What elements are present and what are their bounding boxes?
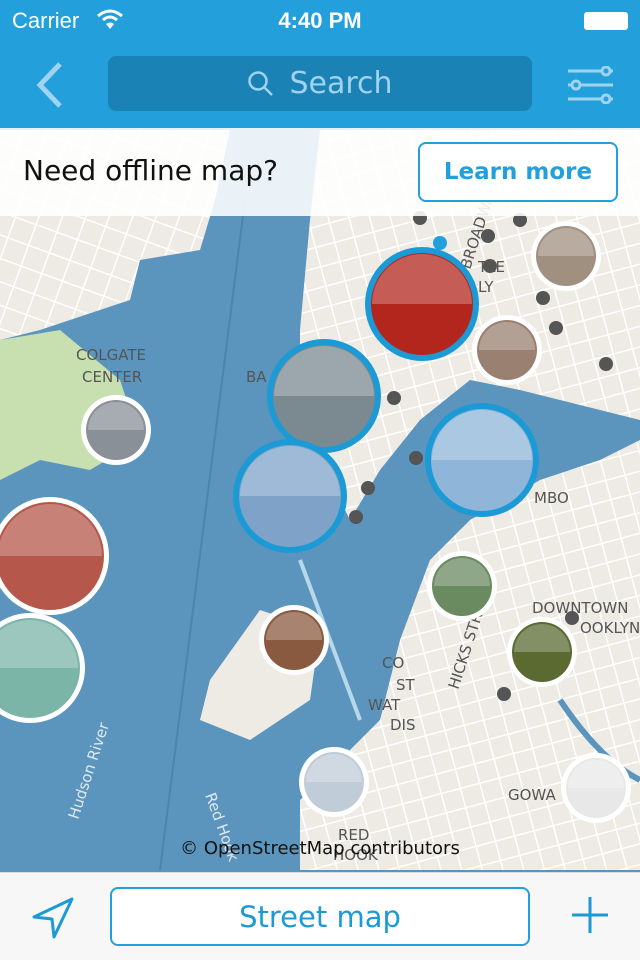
search-icon: [248, 70, 274, 96]
learn-more-button[interactable]: Learn more: [418, 142, 618, 202]
photo-marker[interactable]: [299, 747, 369, 817]
photo-marker[interactable]: [81, 395, 151, 465]
location-arrow-icon[interactable]: [30, 895, 76, 941]
photo-marker[interactable]: [561, 753, 631, 823]
poi-dot[interactable]: [433, 236, 447, 250]
photo-marker[interactable]: [425, 403, 539, 517]
map-attribution: © OpenStreetMap contributors: [180, 838, 460, 859]
map-label: CENTER: [82, 368, 142, 386]
poi-dot[interactable]: [536, 291, 550, 305]
poi-dot[interactable]: [549, 321, 563, 335]
map-label: ST: [396, 676, 416, 694]
photo-marker[interactable]: [365, 247, 479, 361]
map-label: BA: [246, 368, 267, 386]
poi-dot[interactable]: [481, 229, 495, 243]
poi-dot[interactable]: [497, 687, 511, 701]
sliders-icon[interactable]: [566, 66, 614, 104]
photo-marker[interactable]: [507, 617, 577, 687]
map-label: DOWNTOWN: [532, 599, 628, 617]
map-label: CO: [382, 654, 404, 672]
photo-marker[interactable]: [427, 551, 497, 621]
banner-text: Need offline map?: [23, 154, 278, 187]
photo-marker[interactable]: [531, 221, 601, 291]
photo-marker[interactable]: [259, 605, 329, 675]
street-map-button[interactable]: Street map: [110, 887, 530, 946]
photo-marker[interactable]: [233, 439, 347, 553]
poi-dot[interactable]: [409, 451, 423, 465]
poi-dot[interactable]: [361, 481, 375, 495]
battery-icon: [584, 12, 628, 30]
nav-bar: Search: [0, 40, 640, 128]
map-label: GOWA: [508, 786, 556, 804]
poi-dot[interactable]: [349, 510, 363, 524]
map-label: WAT: [368, 696, 401, 714]
search-placeholder: Search: [289, 66, 393, 101]
bottom-toolbar: Street map: [0, 872, 640, 960]
poi-dot[interactable]: [565, 611, 579, 625]
poi-dot[interactable]: [387, 391, 401, 405]
clock: 4:40 PM: [278, 8, 362, 33]
map-label: OOKLYN: [580, 619, 640, 637]
status-bar: Carrier 4:40 PM: [0, 0, 640, 40]
poi-dot[interactable]: [483, 259, 497, 273]
photo-marker[interactable]: [472, 315, 542, 385]
map-label: LY: [478, 278, 494, 296]
poi-dot[interactable]: [599, 357, 613, 371]
offline-map-banner: Need offline map? Learn more: [0, 128, 640, 216]
map-label: MBO: [534, 489, 569, 507]
map-label: COLGATE: [76, 346, 146, 364]
plus-icon[interactable]: [570, 895, 610, 935]
search-input[interactable]: Search: [108, 56, 532, 111]
map-label: DIS: [390, 716, 416, 734]
photo-marker[interactable]: [267, 339, 381, 453]
back-button[interactable]: [30, 60, 70, 110]
